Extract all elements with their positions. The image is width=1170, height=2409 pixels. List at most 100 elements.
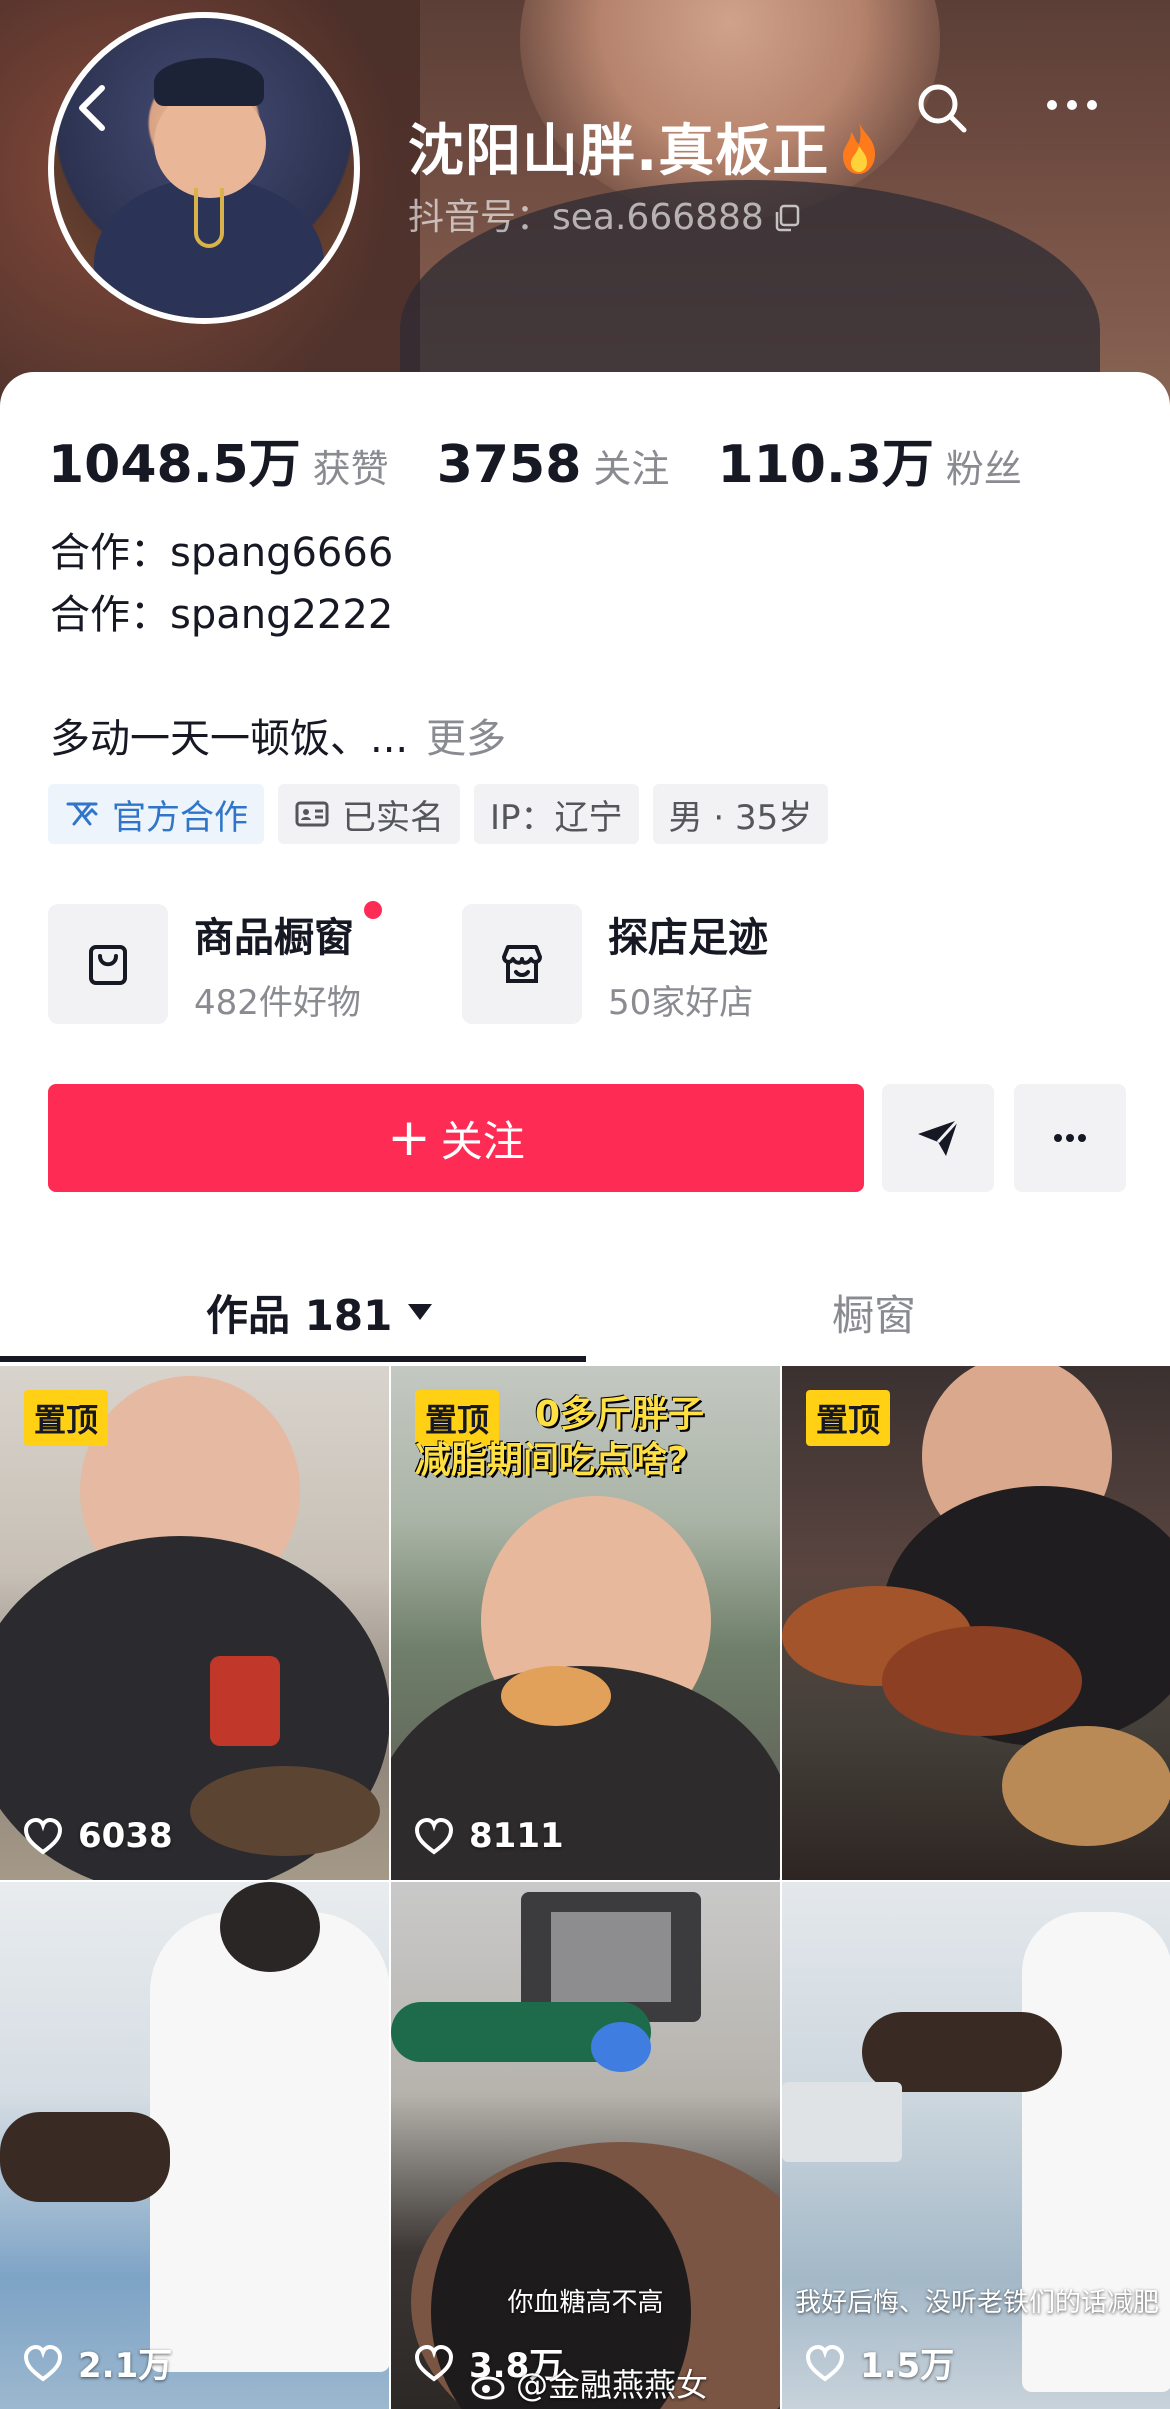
video-tile[interactable]: 置顶 6038 xyxy=(0,1366,389,1880)
stat-label: 关注 xyxy=(593,447,670,491)
back-button[interactable] xyxy=(70,78,114,138)
id-card-icon xyxy=(295,801,329,827)
profile-name: 沈阳山胖.真板正 xyxy=(408,106,885,187)
thumbnail-art xyxy=(190,1766,380,1856)
tag-label: 已实名 xyxy=(342,797,444,838)
thumbnail-art xyxy=(220,1882,320,1972)
official-badge-icon xyxy=(66,802,98,826)
heart-icon xyxy=(23,1817,63,1855)
back-arrow-icon xyxy=(79,85,105,131)
store-visits-entry[interactable]: 探店足迹 50家好店 xyxy=(462,904,768,1024)
tag-verified[interactable]: 已实名 xyxy=(278,784,460,844)
tab-works-label: 作品 181 xyxy=(206,1290,393,1340)
pinned-badge: 置顶 xyxy=(24,1390,109,1446)
video-tile[interactable]: 你血糖高不高 3.8万 xyxy=(391,1882,780,2409)
thumbnail-art xyxy=(551,1912,671,2002)
like-count-value: 2.1万 xyxy=(78,2346,173,2386)
tab-showcase[interactable]: 橱窗 xyxy=(832,1272,916,1352)
like-count: 6038 xyxy=(22,1816,173,1856)
tag-gender-age: 男 · 35岁 xyxy=(652,784,829,844)
thumbnail-art xyxy=(1002,1726,1170,1846)
stat-label: 获赞 xyxy=(312,447,389,491)
video-grid: 置顶 6038 置顶 0多斤胖子 减脂期间吃点啥? 8111 置顶 2.1万 你… xyxy=(0,1366,1170,2409)
store-texts: 探店足迹 50家好店 xyxy=(608,905,768,1024)
overlay-line-2: 减脂期间吃点啥? xyxy=(415,1440,688,1481)
video-tile[interactable]: 我好后悔、没听老铁们的话减肥 1.5万 xyxy=(782,1882,1170,2409)
search-icon[interactable] xyxy=(912,78,972,138)
like-count: 2.1万 xyxy=(22,2338,172,2387)
thumbnail-art xyxy=(210,1656,280,1746)
store-title: 探店足迹 xyxy=(608,914,768,961)
stat-value: 110.3万 xyxy=(717,435,934,495)
send-message-button[interactable] xyxy=(882,1084,994,1192)
send-icon xyxy=(918,1118,960,1156)
watermark: @金融燕燕女 xyxy=(470,2360,708,2406)
stat-following[interactable]: 3758 关注 xyxy=(437,435,670,495)
follow-label: 关注 xyxy=(440,1116,525,1166)
video-caption: 我好后悔、没听老铁们的话减肥 xyxy=(794,2288,1159,2318)
active-tab-indicator xyxy=(0,1356,586,1362)
follow-button[interactable]: + 关注 xyxy=(48,1084,864,1192)
bio-text: 多动一天一顿饭、... xyxy=(50,716,409,762)
shop-window-entry[interactable]: 商品橱窗 482件好物 xyxy=(48,900,382,1024)
tag-row: 官方合作 已实名 IP：辽宁 男 · 35岁 xyxy=(48,784,829,844)
avatar[interactable] xyxy=(48,12,360,324)
like-count-value: 1.5万 xyxy=(860,2346,955,2386)
tag-official-cooperation[interactable]: 官方合作 xyxy=(48,784,264,844)
shop-texts: 商品橱窗 482件好物 xyxy=(194,900,382,1024)
shop-subtitle: 482件好物 xyxy=(194,982,361,1023)
more-dots-icon[interactable] xyxy=(1042,90,1102,120)
like-count: 8111 xyxy=(413,1816,564,1856)
thumbnail-art xyxy=(0,2112,170,2202)
like-count-value: 8111 xyxy=(469,1816,564,1856)
video-tile[interactable]: 2.1万 xyxy=(0,1882,389,2409)
store-icon-box xyxy=(462,904,582,1024)
stat-value: 1048.5万 xyxy=(48,435,301,495)
thumbnail-art xyxy=(862,2012,1062,2092)
more-dots-icon xyxy=(1054,1134,1086,1142)
video-tile[interactable]: 置顶 0多斤胖子 减脂期间吃点啥? 8111 xyxy=(391,1366,780,1880)
overlay-line-1: 0多斤胖子 xyxy=(535,1394,705,1435)
tag-label: 男 · 35岁 xyxy=(668,797,813,838)
video-overlay-title: 0多斤胖子 减脂期间吃点啥? xyxy=(415,1392,755,1484)
tag-label: IP：辽宁 xyxy=(490,797,623,838)
stat-followers[interactable]: 110.3万 粉丝 xyxy=(717,422,1022,497)
bio: 多动一天一顿饭、... 更多 xyxy=(50,706,506,764)
notification-dot xyxy=(364,900,382,919)
plus-icon: + xyxy=(387,1108,431,1168)
heart-icon xyxy=(805,2344,845,2381)
thumbnail-art xyxy=(882,1626,1082,1736)
shop-icon-box xyxy=(48,904,168,1024)
stat-value: 3758 xyxy=(436,435,582,495)
pinned-badge: 置顶 xyxy=(806,1390,891,1446)
profile-name-text: 沈阳山胖.真板正 xyxy=(408,119,830,184)
thumbnail-art xyxy=(1022,1912,1170,2392)
cooperation-line-1: 合作：spang6666 xyxy=(50,530,394,576)
profile-handle-text: 抖音号：sea.666888 xyxy=(408,197,764,238)
tag-label: 官方合作 xyxy=(112,797,248,838)
video-tile[interactable]: 置顶 xyxy=(782,1366,1170,1880)
stat-label: 粉丝 xyxy=(945,447,1022,491)
heart-icon xyxy=(23,2344,63,2381)
heart-icon xyxy=(414,2344,454,2381)
like-count: 1.5万 xyxy=(804,2338,954,2387)
bio-more-link[interactable]: 更多 xyxy=(426,716,506,762)
copy-icon[interactable] xyxy=(772,203,802,233)
fire-icon xyxy=(843,122,876,174)
tag-ip-location: IP：辽宁 xyxy=(474,784,639,844)
heart-icon xyxy=(414,1817,454,1855)
more-actions-button[interactable] xyxy=(1014,1084,1126,1192)
stat-likes[interactable]: 1048.5万 获赞 xyxy=(48,422,389,497)
caret-down-icon xyxy=(408,1304,433,1320)
thumbnail-art xyxy=(150,1912,389,2372)
content-tabs: 作品 181 橱窗 xyxy=(0,1272,1170,1362)
avatar-cap xyxy=(154,58,264,106)
cooperation-line-2: 合作：spang2222 xyxy=(50,592,394,638)
store-icon xyxy=(502,945,542,983)
profile-handle: 抖音号：sea.666888 xyxy=(408,188,802,240)
shopping-bag-icon xyxy=(89,945,127,985)
tab-works[interactable]: 作品 181 xyxy=(206,1272,433,1352)
watermark-text: @金融燕燕女 xyxy=(516,2366,709,2404)
stats-row: 1048.5万 获赞 3758 关注 110.3万 粉丝 xyxy=(48,422,1070,495)
avatar-chain xyxy=(194,188,224,248)
